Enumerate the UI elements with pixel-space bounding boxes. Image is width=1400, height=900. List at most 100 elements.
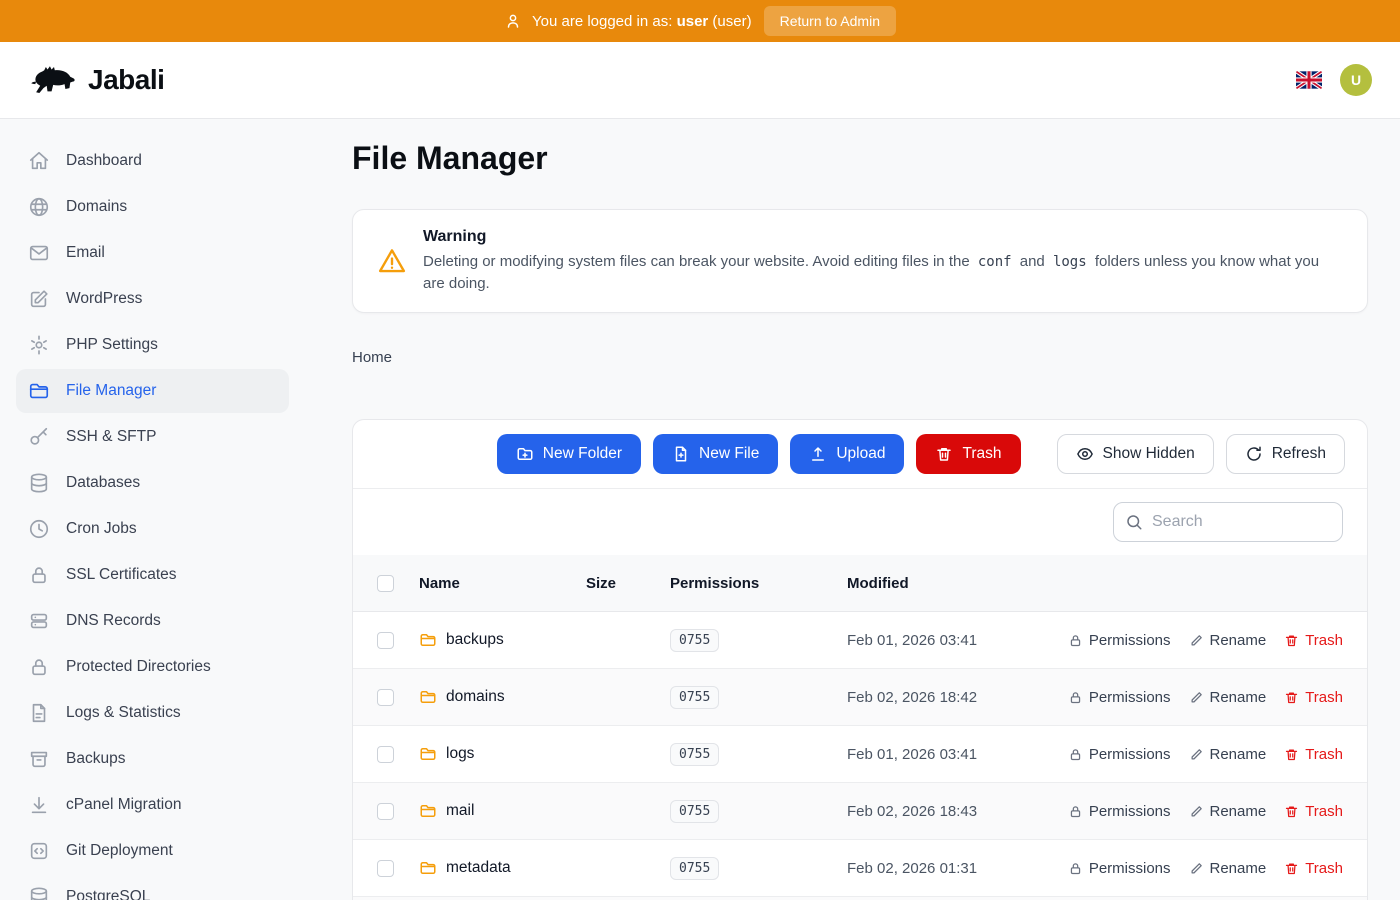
folder-icon <box>419 859 437 877</box>
trash-icon <box>935 445 953 463</box>
pencil-icon <box>1189 633 1204 648</box>
trash-action[interactable]: Trash <box>1284 803 1343 820</box>
row-checkbox[interactable] <box>377 860 394 877</box>
rename-action[interactable]: Rename <box>1189 860 1267 877</box>
column-modified[interactable]: Modified <box>847 575 1343 592</box>
lock-icon <box>1068 747 1083 762</box>
column-permissions[interactable]: Permissions <box>670 575 847 592</box>
table-row: backups 0755 Feb 01, 2026 03:41 Permissi… <box>353 612 1367 669</box>
select-all-checkbox[interactable] <box>377 575 394 592</box>
permissions-badge: 0755 <box>670 743 719 766</box>
rename-action[interactable]: Rename <box>1189 632 1267 649</box>
table-header: Name Size Permissions Modified <box>353 555 1367 612</box>
column-name[interactable]: Name <box>419 575 586 592</box>
server-icon <box>28 610 50 632</box>
modified-date: Feb 01, 2026 03:41 <box>847 632 1068 649</box>
boar-icon <box>28 60 80 100</box>
file-name[interactable]: backups <box>446 631 504 649</box>
sidebar-item-cron-jobs[interactable]: Cron Jobs <box>16 507 289 551</box>
sidebar-item-cpanel-migration[interactable]: cPanel Migration <box>16 783 289 827</box>
lock-icon <box>1068 804 1083 819</box>
search-input[interactable] <box>1113 502 1343 542</box>
trash-action[interactable]: Trash <box>1284 860 1343 877</box>
pencil-icon <box>1189 804 1204 819</box>
file-name[interactable]: metadata <box>446 859 511 877</box>
rename-action[interactable]: Rename <box>1189 803 1267 820</box>
trash-button[interactable]: Trash <box>916 434 1020 474</box>
trash-action[interactable]: Trash <box>1284 689 1343 706</box>
key-icon <box>28 426 50 448</box>
permissions-action[interactable]: Permissions <box>1068 689 1171 706</box>
sidebar-item-protected-directories[interactable]: Protected Directories <box>16 645 289 689</box>
permissions-action[interactable]: Permissions <box>1068 803 1171 820</box>
new-file-button[interactable]: New File <box>653 434 778 474</box>
trash-action[interactable]: Trash <box>1284 746 1343 763</box>
sidebar-item-email[interactable]: Email <box>16 231 289 275</box>
show-hidden-button[interactable]: Show Hidden <box>1057 434 1214 474</box>
archive-icon <box>28 748 50 770</box>
lock-icon <box>28 564 50 586</box>
logged-in-role: (user) <box>712 13 751 30</box>
file-name[interactable]: logs <box>446 745 474 763</box>
permissions-action[interactable]: Permissions <box>1068 860 1171 877</box>
column-size[interactable]: Size <box>586 575 670 592</box>
sidebar-item-dns-records[interactable]: DNS Records <box>16 599 289 643</box>
folder-icon <box>419 631 437 649</box>
refresh-button[interactable]: Refresh <box>1226 434 1345 474</box>
folder-icon <box>419 802 437 820</box>
lock-icon <box>1068 861 1083 876</box>
sidebar-item-file-manager[interactable]: File Manager <box>16 369 289 413</box>
upload-button[interactable]: Upload <box>790 434 904 474</box>
modified-date: Feb 02, 2026 18:43 <box>847 803 1068 820</box>
brand-logo[interactable]: Jabali <box>28 60 164 100</box>
trash-action[interactable]: Trash <box>1284 632 1343 649</box>
uk-flag-icon[interactable] <box>1296 71 1322 89</box>
search-icon <box>1125 513 1143 531</box>
sidebar-item-git-deployment[interactable]: Git Deployment <box>16 829 289 873</box>
sidebar-item-ssl-certificates[interactable]: SSL Certificates <box>16 553 289 597</box>
row-checkbox[interactable] <box>377 632 394 649</box>
trash-icon <box>1284 747 1299 762</box>
user-avatar[interactable]: U <box>1340 64 1372 96</box>
file-text-icon <box>28 702 50 724</box>
sidebar-item-logs-statistics[interactable]: Logs & Statistics <box>16 691 289 735</box>
file-name[interactable]: domains <box>446 688 505 706</box>
file-name[interactable]: mail <box>446 802 474 820</box>
warning-alert: Warning Deleting or modifying system fil… <box>352 209 1368 313</box>
rename-action[interactable]: Rename <box>1189 689 1267 706</box>
rename-action[interactable]: Rename <box>1189 746 1267 763</box>
return-to-admin-button[interactable]: Return to Admin <box>764 6 896 36</box>
permissions-action[interactable]: Permissions <box>1068 746 1171 763</box>
row-checkbox[interactable] <box>377 803 394 820</box>
sidebar-item-php-settings[interactable]: PHP Settings <box>16 323 289 367</box>
breadcrumb-home[interactable]: Home <box>352 349 392 366</box>
code-conf: conf <box>974 254 1016 270</box>
logged-in-username: user <box>677 13 709 30</box>
sidebar-item-dashboard[interactable]: Dashboard <box>16 139 289 183</box>
sidebar-item-postgresql[interactable]: PostgreSQL <box>16 875 289 900</box>
person-icon <box>504 12 522 30</box>
new-folder-button[interactable]: New Folder <box>497 434 641 474</box>
logged-in-prefix: You are logged in as: <box>532 13 672 30</box>
sidebar-item-ssh-sftp[interactable]: SSH & SFTP <box>16 415 289 459</box>
code-logs: logs <box>1049 254 1091 270</box>
sidebar-item-databases[interactable]: Databases <box>16 461 289 505</box>
permissions-action[interactable]: Permissions <box>1068 632 1171 649</box>
table-row: mail 0755 Feb 02, 2026 18:43 Permissions… <box>353 783 1367 840</box>
brand-name: Jabali <box>88 64 164 96</box>
sidebar-item-domains[interactable]: Domains <box>16 185 289 229</box>
row-checkbox[interactable] <box>377 689 394 706</box>
trash-icon <box>1284 690 1299 705</box>
download-icon <box>28 794 50 816</box>
sidebar-item-backups[interactable]: Backups <box>16 737 289 781</box>
sidebar-item-wordpress[interactable]: WordPress <box>16 277 289 321</box>
file-toolbar: New Folder New File Upload Trash Show Hi… <box>353 420 1367 489</box>
upload-icon <box>809 445 827 463</box>
home-icon <box>28 150 50 172</box>
database-icon <box>28 886 50 900</box>
permissions-badge: 0755 <box>670 800 719 823</box>
trash-icon <box>1284 861 1299 876</box>
row-checkbox[interactable] <box>377 746 394 763</box>
trash-icon <box>1284 804 1299 819</box>
permissions-badge: 0755 <box>670 857 719 880</box>
